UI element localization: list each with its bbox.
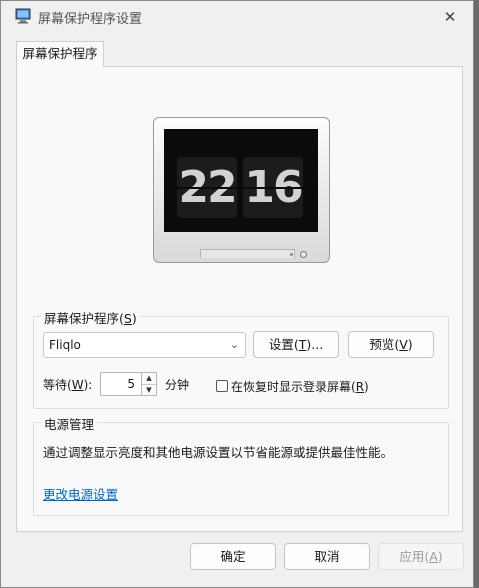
monitor-base [200, 249, 295, 258]
clock-minutes: 16 [243, 157, 304, 218]
tab-label: 屏幕保护程序 [22, 46, 98, 61]
cancel-button[interactable]: 取消 [284, 543, 370, 570]
screensaver-select[interactable]: Fliqlo ⌄ [43, 332, 246, 358]
stepper-down-icon[interactable]: ▼ [142, 385, 156, 396]
tab-panel: 22 16 屏幕保护程序(S) Fliqlo ⌄ 设置(T)... 预览(V) … [16, 66, 463, 532]
power-group-label: 电源管理 [41, 414, 98, 433]
wait-unit-label: 分钟 [165, 378, 190, 392]
resume-logon-checkbox[interactable] [216, 380, 228, 392]
monitor-preview: 22 16 [153, 117, 330, 263]
title-bar: 屏幕保护程序设置 ✕ [1, 1, 473, 33]
apply-button[interactable]: 应用(A) [378, 543, 464, 570]
wait-label: 等待(W): [43, 378, 93, 392]
ok-button[interactable]: 确定 [190, 543, 276, 570]
preview-button[interactable]: 预览(V) [348, 331, 434, 358]
close-button[interactable]: ✕ [427, 1, 473, 33]
window-title: 屏幕保护程序设置 [38, 12, 143, 27]
screensaver-select-value: Fliqlo [49, 338, 81, 352]
wait-minutes-stepper[interactable]: ▲ ▼ [142, 372, 157, 396]
stepper-up-icon[interactable]: ▲ [142, 373, 156, 385]
resume-logon-label: 在恢复时显示登录屏幕(R) [231, 380, 369, 394]
clock-hours: 22 [177, 157, 238, 218]
screensaver-group: 屏幕保护程序(S) Fliqlo ⌄ 设置(T)... 预览(V) 等待(W):… [33, 308, 449, 409]
close-icon: ✕ [443, 8, 457, 26]
tab-screensaver[interactable]: 屏幕保护程序 [16, 41, 104, 67]
power-button-icon [300, 251, 307, 258]
preview-screen: 22 16 [164, 129, 318, 232]
chevron-down-icon: ⌄ [229, 338, 239, 351]
monitor-indicator [290, 253, 293, 256]
screensaver-app-icon [15, 8, 31, 24]
settings-button[interactable]: 设置(T)... [253, 331, 339, 358]
screensaver-group-label: 屏幕保护程序(S) [41, 308, 140, 327]
power-description: 通过调整显示亮度和其他电源设置以节省能源或提供最佳性能。 [43, 445, 394, 460]
power-management-group: 电源管理 通过调整显示亮度和其他电源设置以节省能源或提供最佳性能。 更改电源设置 [33, 414, 449, 516]
change-power-settings-link[interactable]: 更改电源设置 [43, 484, 118, 503]
wait-minutes-input[interactable]: 5 [100, 372, 142, 396]
screensaver-settings-dialog: 屏幕保护程序设置 ✕ 屏幕保护程序 22 16 屏幕保护程序(S) Fliqlo… [0, 0, 474, 588]
